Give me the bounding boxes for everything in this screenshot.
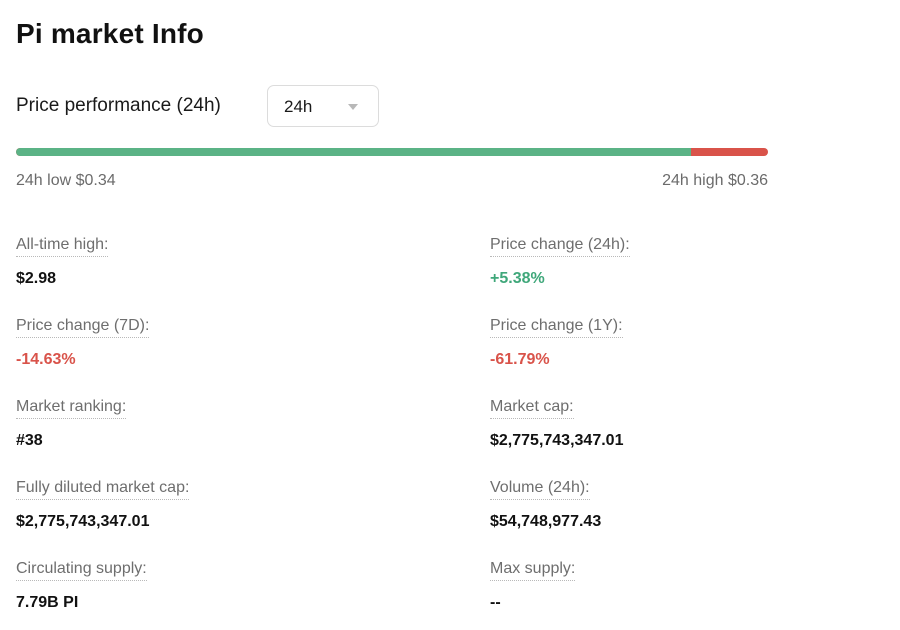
stat-label-volume-24h[interactable]: Volume (24h): [490,479,590,500]
stat-label-market-cap[interactable]: Market cap: [490,398,574,419]
stat-value-circulating-supply: 7.79B PI [16,594,79,611]
stat-all-time-high: All-time high: $2.98 [16,236,109,288]
stat-label-price-change-7d[interactable]: Price change (7D): [16,317,150,338]
stat-market-cap: Market cap: $2,775,743,347.01 [490,398,623,450]
period-dropdown[interactable]: 24h [267,85,379,127]
stat-market-ranking: Market ranking: #38 [16,398,127,450]
stat-value-volume-24h: $54,748,977.43 [490,513,602,530]
stat-circulating-supply: Circulating supply: 7.79B PI [16,560,147,612]
stat-label-all-time-high[interactable]: All-time high: [16,236,109,257]
stat-value-max-supply: -- [490,594,501,611]
stat-value-price-change-7d: -14.63% [16,351,76,368]
stat-price-change-7d: Price change (7D): -14.63% [16,317,150,369]
range-high-label: 24h high $0.36 [662,172,768,189]
period-dropdown-value: 24h [284,97,313,116]
stat-label-max-supply[interactable]: Max supply: [490,560,576,581]
stat-label-price-change-1y[interactable]: Price change (1Y): [490,317,623,338]
stat-value-all-time-high: $2.98 [16,270,57,287]
stat-value-price-change-24h: +5.38% [490,270,545,287]
stat-max-supply: Max supply: -- [490,560,576,612]
price-range-bar [16,148,768,156]
stat-label-circulating-supply[interactable]: Circulating supply: [16,560,147,581]
stat-label-market-ranking[interactable]: Market ranking: [16,398,127,419]
stat-label-fully-diluted-market-cap[interactable]: Fully diluted market cap: [16,479,190,500]
range-low-label: 24h low $0.34 [16,172,116,189]
stat-label-price-change-24h[interactable]: Price change (24h): [490,236,630,257]
stat-price-change-24h: Price change (24h): +5.38% [490,236,630,288]
stat-price-change-1y: Price change (1Y): -61.79% [490,317,623,369]
stat-fully-diluted-market-cap: Fully diluted market cap: $2,775,743,347… [16,479,190,531]
stat-value-market-ranking: #38 [16,432,43,449]
chevron-down-icon [348,104,358,110]
stat-value-price-change-1y: -61.79% [490,351,550,368]
stat-volume-24h: Volume (24h): $54,748,977.43 [490,479,601,531]
page-title: Pi market Info [16,18,204,49]
stat-value-market-cap: $2,775,743,347.01 [490,432,624,449]
price-performance-label: Price performance (24h) [16,95,221,116]
stat-value-fully-diluted-market-cap: $2,775,743,347.01 [16,513,150,530]
price-range-fill [16,148,692,156]
